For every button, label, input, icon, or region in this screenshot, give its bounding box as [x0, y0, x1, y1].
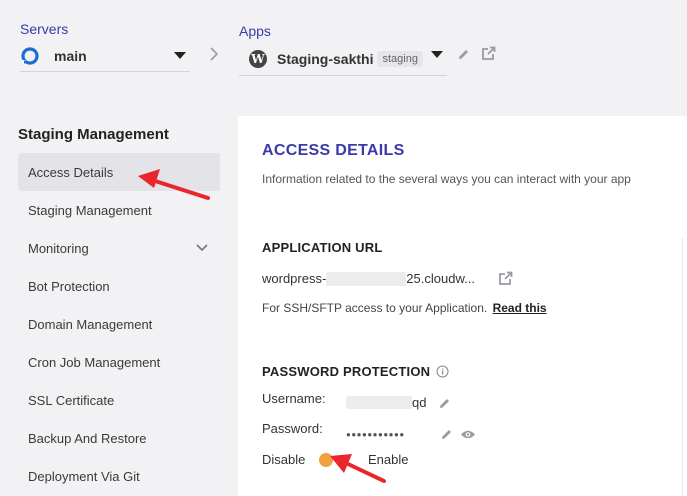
application-url-heading: APPLICATION URL	[262, 240, 383, 255]
sidebar-item-deployment-via-git[interactable]: Deployment Via Git	[18, 457, 220, 495]
password-protection-heading: PASSWORD PROTECTION	[262, 364, 431, 379]
sidebar-title: Staging Management	[18, 126, 169, 143]
read-this-link[interactable]: Read this	[493, 301, 547, 315]
sidebar-item-label: Access Details	[28, 164, 114, 180]
username-value: qd	[346, 395, 426, 410]
chevron-down-icon[interactable]	[431, 51, 443, 58]
username-suffix: qd	[412, 395, 427, 410]
digitalocean-icon	[20, 46, 40, 66]
sidebar-item-cron-job-management[interactable]: Cron Job Management	[18, 343, 220, 381]
chevron-right-icon	[210, 47, 218, 61]
sidebar-item-bot-protection[interactable]: Bot Protection	[18, 267, 220, 305]
external-link-icon[interactable]	[481, 46, 496, 61]
password-mask: ●●●●●●●●●●●	[346, 430, 405, 439]
sidebar-item-monitoring[interactable]: Monitoring	[18, 229, 220, 267]
page-description: Information related to the several ways …	[262, 172, 631, 186]
application-url[interactable]: wordpress- 25.cloudw...	[262, 271, 475, 286]
sidebar-item-label: Deployment Via Git	[28, 468, 140, 484]
redacted-text	[346, 396, 412, 409]
username-label: Username:	[262, 391, 326, 406]
wordpress-icon: W	[249, 49, 267, 68]
eye-icon[interactable]	[460, 429, 476, 440]
sidebar-item-backup-and-restore[interactable]: Backup And Restore	[18, 419, 220, 457]
info-icon[interactable]	[436, 365, 449, 378]
chevron-down-icon[interactable]	[174, 52, 186, 59]
app-select-value: Staging-sakthi	[277, 50, 374, 67]
sidebar-item-label: SSL Certificate	[28, 392, 115, 408]
servers-label: Servers	[20, 21, 69, 37]
sidebar-item-label: Domain Management	[28, 316, 153, 332]
annotation-arrow-icon	[330, 454, 386, 483]
url-suffix: 25.cloudw...	[406, 271, 475, 286]
panel-divider	[682, 238, 683, 496]
disable-label: Disable	[262, 452, 306, 467]
staging-badge: staging	[377, 50, 423, 67]
app-select[interactable]: W Staging-sakthi staging	[239, 42, 447, 76]
server-select[interactable]: main	[20, 40, 190, 72]
chevron-down-icon[interactable]	[196, 244, 208, 252]
apps-label: Apps	[239, 23, 271, 39]
pencil-icon[interactable]	[457, 48, 470, 61]
pencil-icon[interactable]	[438, 397, 451, 410]
password-label: Password:	[262, 421, 323, 436]
pencil-icon[interactable]	[440, 428, 453, 441]
page-title: ACCESS DETAILS	[262, 142, 405, 159]
ssh-note: For SSH/SFTP access to your Application.	[262, 301, 488, 315]
redacted-text	[326, 271, 407, 286]
sidebar-item-domain-management[interactable]: Domain Management	[18, 305, 220, 343]
sidebar-item-label: Cron Job Management	[28, 354, 161, 370]
external-link-icon[interactable]	[498, 271, 513, 286]
sidebar-item-ssl-certificate[interactable]: SSL Certificate	[18, 381, 220, 419]
annotation-arrow-icon	[138, 169, 210, 200]
sidebar-item-label: Backup And Restore	[28, 430, 147, 446]
sidebar-item-label: Bot Protection	[28, 278, 110, 294]
server-select-value: main	[54, 47, 87, 64]
url-prefix: wordpress-	[262, 271, 327, 286]
sidebar-item-label: Monitoring	[28, 240, 89, 256]
